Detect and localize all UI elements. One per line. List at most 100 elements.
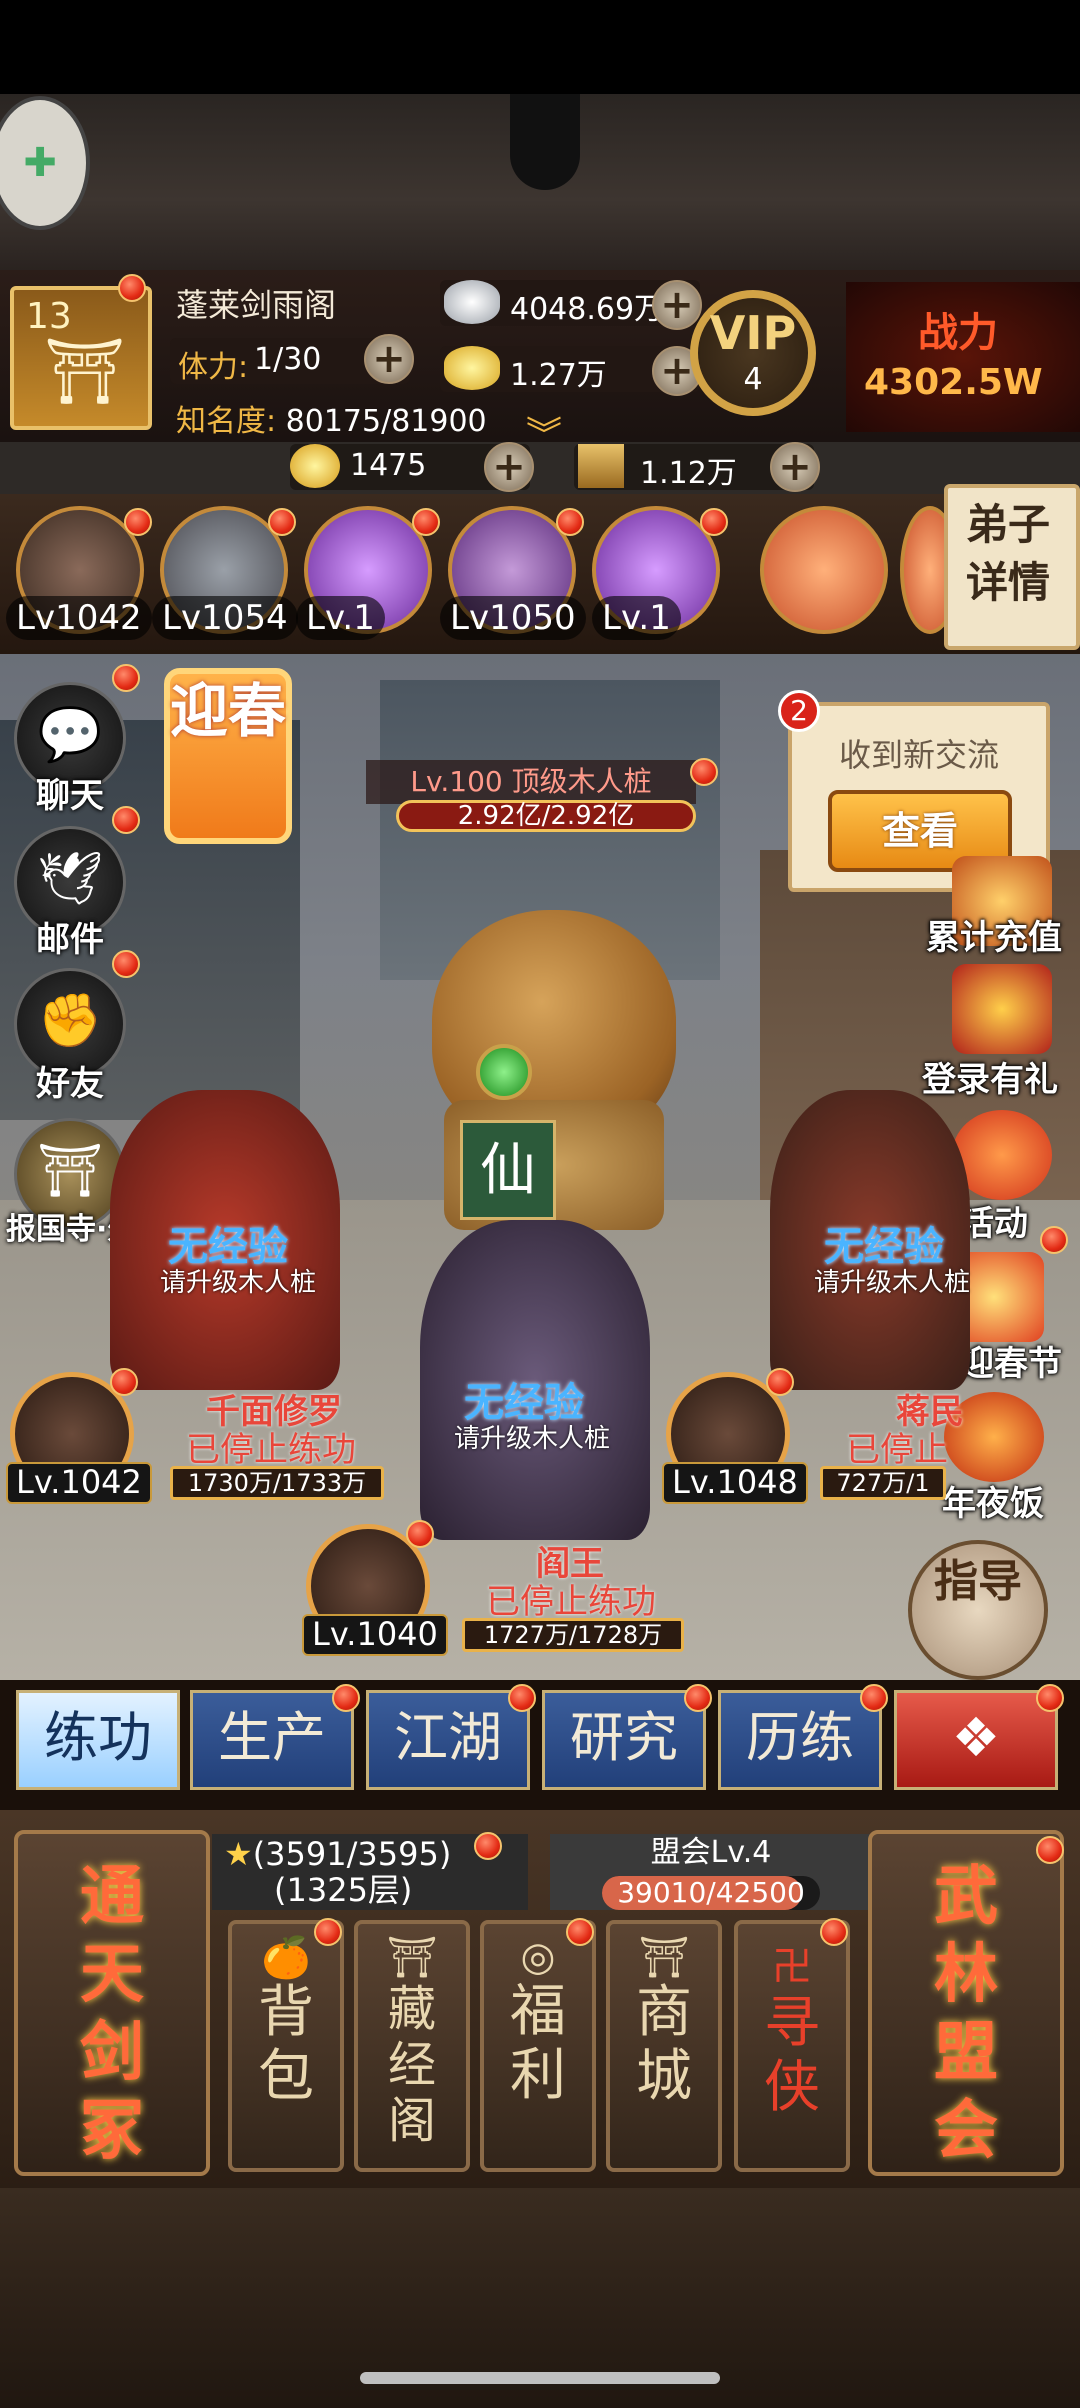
guide-button[interactable]: 指导: [908, 1540, 1048, 1680]
fighter-level: Lv.1042: [6, 1462, 152, 1504]
fame-label: 知名度:: [176, 404, 277, 439]
martial-league-button[interactable]: 武林盟会: [868, 1830, 1064, 2176]
pavilion-icon: ⛩: [44, 335, 126, 409]
treasure-chest-icon[interactable]: [952, 964, 1052, 1054]
disciple-level: Lv.1: [296, 596, 385, 640]
sect-name: 蓬莱剑雨阁: [176, 286, 337, 324]
disciple-avatar[interactable]: [760, 506, 888, 634]
welfare-button[interactable]: ◎ 福利: [480, 1920, 596, 2172]
gold-bar-icon: [444, 346, 500, 390]
notification-dot: [412, 508, 440, 536]
shop-button[interactable]: ⛩ 商城: [606, 1920, 722, 2172]
fighter-level: Lv.1048: [662, 1462, 808, 1504]
tab-experience[interactable]: 历练: [718, 1690, 882, 1790]
pavilion-icon: ⛩: [386, 1935, 438, 1981]
martial-league-label: 武林盟会: [934, 1860, 998, 2168]
combat-label: 战力: [918, 310, 998, 356]
fighter-state: 已停止练功: [186, 1430, 356, 1470]
notification-dot: [268, 508, 296, 536]
tab-more[interactable]: ❖: [894, 1690, 1058, 1790]
notification-dot: [556, 508, 584, 536]
add-silver-button[interactable]: +: [652, 280, 702, 330]
new-message-text: 收到新交流: [838, 736, 999, 774]
sub-resource-bar: [0, 442, 1080, 494]
guide-label: 指导: [934, 1556, 1022, 1607]
sword-tomb-label: 通天剑冢: [80, 1860, 144, 2168]
sect-level-badge[interactable]: 13 ⛩: [10, 286, 152, 430]
roof-ornament: [510, 94, 580, 190]
disciple-detail-label: 弟子详情: [966, 500, 1051, 607]
chat-label: 聊天: [36, 776, 104, 816]
fighter-hp: 1730万/1733万: [170, 1466, 384, 1500]
league-exp-text: 39010/42500: [617, 1876, 805, 1909]
league-exp-bar: 39010/42500: [602, 1876, 820, 1910]
notification-dot: [112, 806, 140, 834]
spring-event-label: 迎春: [170, 677, 287, 745]
message-count-badge: 2: [778, 690, 820, 732]
mail-label: 邮件: [36, 920, 104, 960]
ingot-amount: 1475: [350, 448, 427, 483]
add-stamina-button[interactable]: +: [364, 334, 414, 384]
tower-stars: (3591/3595): [252, 1835, 452, 1873]
tab-research[interactable]: 研究: [542, 1690, 706, 1790]
token-amount: 1.12万: [640, 456, 737, 491]
league-title: 盟会Lv.4: [650, 1835, 772, 1870]
combat-power[interactable]: 战力 4302.5W: [846, 282, 1080, 432]
silver-icon: [444, 280, 500, 324]
notification-dot: [508, 1684, 536, 1712]
home-indicator[interactable]: [360, 2372, 720, 2384]
status-bar: [0, 0, 1080, 94]
seek-hero-button[interactable]: 卍 寻侠: [734, 1920, 850, 2172]
stamina-value: 1/30: [254, 342, 322, 377]
token-icon: [578, 444, 624, 488]
sect-level: 13: [26, 296, 72, 337]
league-progress[interactable]: 盟会Lv.4 39010/42500: [550, 1834, 872, 1910]
notification-dot: [766, 1368, 794, 1396]
tab-production[interactable]: 生产: [190, 1690, 354, 1790]
star-icon: ★: [224, 1835, 253, 1873]
scripture-pavilion-button[interactable]: ⛩ 藏经阁: [354, 1920, 470, 2172]
spring-event-button[interactable]: 迎春: [164, 668, 292, 844]
notification-dot: [860, 1684, 888, 1712]
ingot-icon: [290, 444, 340, 488]
notification-dot: [332, 1684, 360, 1712]
notification-dot: [690, 758, 718, 786]
vip-badge[interactable]: VIP 4: [690, 290, 816, 416]
fighter-hp: 1727万/1728万: [462, 1618, 684, 1652]
notification-dot: [684, 1684, 712, 1712]
add-ingot-button[interactable]: +: [484, 442, 534, 492]
disciple-detail-button[interactable]: 弟子详情: [944, 484, 1080, 650]
diamond-pattern-icon: ❖: [951, 1706, 1001, 1769]
welfare-label: 福利: [510, 1979, 566, 2108]
notification-dot: [1036, 1684, 1064, 1712]
notification-dot: [1040, 1226, 1068, 1254]
disciple-level: Lv1042: [6, 596, 152, 640]
combat-value: 4302.5W: [864, 362, 1043, 403]
notification-dot: [406, 1520, 434, 1548]
jade-pearl: [476, 1044, 532, 1100]
bag-button[interactable]: 🍊 背包: [228, 1920, 344, 2172]
scripture-pavilion-label: 藏经阁: [387, 1981, 436, 2149]
notification-dot: [118, 274, 146, 302]
training-stake-hp: 2.92亿/2.92亿: [396, 800, 696, 832]
disciple-level: Lv1054: [152, 596, 298, 640]
tab-training[interactable]: 练功: [16, 1690, 180, 1790]
game-screen: ✚ 13 ⛩ 蓬莱剑雨阁 体力: 1/30 + 知名度: 80175/81900…: [0, 0, 1080, 2408]
activity-label: 活动: [960, 1204, 1028, 1244]
training-stake-title: Lv.100 顶级木人桩: [366, 760, 696, 804]
notification-dot: [1036, 1836, 1064, 1864]
fame-row: 知名度: 80175/81900: [176, 396, 487, 440]
notification-dot: [110, 1368, 138, 1396]
add-token-button[interactable]: +: [770, 442, 820, 492]
tab-jianghu[interactable]: 江湖: [366, 1690, 530, 1790]
fighter-level: Lv.1040: [302, 1614, 448, 1656]
sword-tomb-button[interactable]: 通天剑冢: [14, 1830, 210, 2176]
new-year-dinner-label: 年夜饭: [942, 1484, 1044, 1524]
vip-label: VIP: [709, 306, 797, 360]
fighter-state: 已停止: [846, 1430, 948, 1470]
upgrade-stake-hint: 请升级木人桩: [814, 1268, 971, 1298]
notification-dot: [124, 508, 152, 536]
upgrade-stake-hint: 请升级木人桩: [454, 1424, 611, 1454]
shop-label: 商城: [636, 1980, 692, 2109]
fighter-hp: 727万/1: [820, 1466, 946, 1500]
